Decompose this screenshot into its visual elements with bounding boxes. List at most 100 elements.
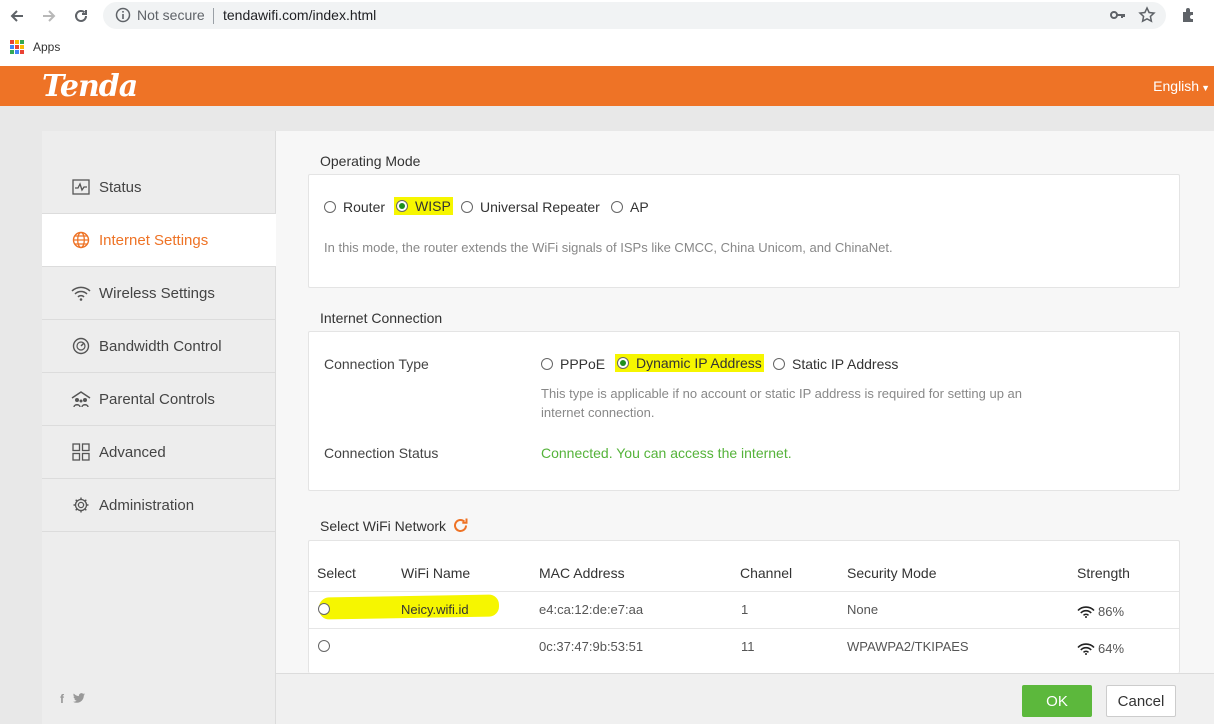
grid-icon <box>71 442 91 462</box>
sidebar-item-label: Administration <box>99 496 195 514</box>
strength-value: 64% <box>1098 641 1125 656</box>
option-label: WISP <box>415 198 451 214</box>
wifi-network-title-row: Select WiFi Network <box>320 517 469 534</box>
wifi-network-table: Select WiFi Name MAC Address Channel Sec… <box>308 540 1180 673</box>
sidebar-item-label: Parental Controls <box>99 390 215 408</box>
action-bar: OK Cancel <box>276 673 1214 724</box>
channel-cell: 1 <box>741 602 749 617</box>
sidebar-item-parental-controls[interactable]: Parental Controls <box>42 373 276 426</box>
address-bar[interactable]: Not secure tendawifi.com/index.html <box>103 2 1166 29</box>
column-header-wifi-name: WiFi Name <box>401 565 471 581</box>
column-header-mac: MAC Address <box>539 565 625 581</box>
star-icon[interactable] <box>1138 6 1156 29</box>
mode-wisp-option[interactable]: WISP <box>394 197 453 215</box>
operating-mode-card: Router WISP Universal Repeater AP In thi… <box>308 174 1180 288</box>
option-label: Universal Repeater <box>480 199 600 215</box>
sidebar-item-label: Wireless Settings <box>99 284 215 302</box>
option-label: Dynamic IP Address <box>636 355 762 371</box>
connection-status-value: Connected. You can access the internet. <box>541 445 792 461</box>
security-cell: None <box>847 602 879 617</box>
sidebar-item-wireless-settings[interactable]: Wireless Settings <box>42 267 276 320</box>
mode-description: In this mode, the router extends the WiF… <box>324 240 893 255</box>
radio-wisp[interactable] <box>396 200 408 212</box>
back-arrow-icon[interactable] <box>6 5 28 27</box>
pulse-icon <box>71 177 91 197</box>
sidebar-item-label: Advanced <box>99 443 166 461</box>
radio-dynamic-ip[interactable] <box>617 357 629 369</box>
mac-cell: 0c:37:47:9b:53:51 <box>539 639 644 654</box>
conn-pppoe-option[interactable]: PPPoE <box>541 356 605 372</box>
internet-connection-title: Internet Connection <box>320 310 443 326</box>
main-content: Operating Mode Router WISP Universal Rep… <box>276 131 1214 724</box>
mac-cell: e4:ca:12:de:e7:aa <box>539 602 644 617</box>
sidebar-item-label: Bandwidth Control <box>99 337 222 355</box>
twitter-icon[interactable] <box>73 692 86 706</box>
sidebar-item-internet-settings[interactable]: Internet Settings <box>42 214 276 267</box>
wifi-network-title: Select WiFi Network <box>320 517 447 534</box>
option-label: PPPoE <box>560 356 606 372</box>
divider <box>213 8 214 24</box>
select-radio[interactable] <box>318 603 330 615</box>
option-label: AP <box>630 199 649 215</box>
column-header-select: Select <box>317 565 356 581</box>
not-secure-label: Not secure <box>137 7 205 23</box>
table-row[interactable]: Neicy.wifi.id e4:ca:12:de:e7:aa 1 None 8… <box>309 591 1179 628</box>
radio-universal-repeater[interactable] <box>461 201 473 213</box>
column-header-channel: Channel <box>740 565 793 581</box>
app-header: Tenda English ▼ <box>0 66 1214 106</box>
option-label: Static IP Address <box>792 356 899 372</box>
channel-cell: 11 <box>741 639 755 654</box>
radio-pppoe[interactable] <box>541 358 553 370</box>
globe-icon <box>71 230 91 250</box>
option-label: Router <box>343 199 386 215</box>
cancel-button[interactable]: Cancel <box>1106 685 1176 717</box>
gauge-icon <box>71 336 91 356</box>
operating-mode-title: Operating Mode <box>320 153 421 169</box>
forward-arrow-icon[interactable] <box>38 5 60 27</box>
social-links[interactable]: f <box>60 692 86 706</box>
ok-button[interactable]: OK <box>1022 685 1092 717</box>
apps-grid-icon[interactable] <box>10 40 24 54</box>
radio-ap[interactable] <box>611 201 623 213</box>
sidebar-item-bandwidth-control[interactable]: Bandwidth Control <box>42 320 276 373</box>
strength-cell: 64% <box>1077 641 1124 656</box>
browser-toolbar: Not secure tendawifi.com/index.html <box>0 0 1214 32</box>
gear-icon <box>71 495 91 515</box>
strength-value: 86% <box>1098 604 1125 619</box>
facebook-icon[interactable]: f <box>60 692 64 706</box>
wifi-signal-icon <box>1077 642 1095 655</box>
tenda-logo: Tenda <box>42 69 138 104</box>
radio-static-ip[interactable] <box>773 358 785 370</box>
language-selector[interactable]: English ▼ <box>1153 78 1210 94</box>
language-label: English <box>1153 78 1200 94</box>
conn-static-ip-option[interactable]: Static IP Address <box>773 356 898 372</box>
select-radio[interactable] <box>318 640 330 652</box>
column-header-strength: Strength <box>1077 565 1130 581</box>
sidebar-item-label: Status <box>99 178 142 196</box>
refresh-icon[interactable] <box>452 517 469 534</box>
puzzle-icon[interactable] <box>1180 6 1198 29</box>
sidebar-item-advanced[interactable]: Advanced <box>42 426 276 479</box>
apps-bookmark[interactable]: Apps <box>33 40 60 54</box>
strength-cell: 86% <box>1077 604 1124 619</box>
sidebar-item-status[interactable]: Status <box>42 161 276 214</box>
url-text[interactable]: tendawifi.com/index.html <box>223 7 376 23</box>
column-header-security: Security Mode <box>847 565 937 581</box>
conn-dynamic-ip-option[interactable]: Dynamic IP Address <box>615 354 764 372</box>
radio-router[interactable] <box>324 201 336 213</box>
info-icon[interactable] <box>115 7 131 23</box>
connection-type-label: Connection Type <box>324 356 429 372</box>
hint-line: internet connection. <box>541 405 655 420</box>
key-icon[interactable] <box>1110 8 1126 26</box>
mode-ap-option[interactable]: AP <box>611 199 649 215</box>
wifi-icon <box>71 283 91 303</box>
sidebar-item-administration[interactable]: Administration <box>42 479 276 532</box>
reload-icon[interactable] <box>70 5 92 27</box>
hint-line: This type is applicable if no account or… <box>541 386 1023 401</box>
internet-connection-card: Connection Type PPPoE Dynamic IP Address… <box>308 331 1180 491</box>
mode-universal-repeater-option[interactable]: Universal Repeater <box>461 199 600 215</box>
sidebar-item-label: Internet Settings <box>99 231 209 249</box>
bookmarks-bar: Apps <box>0 32 1214 66</box>
table-row[interactable]: 0c:37:47:9b:53:51 11 WPAWPA2/TKIPAES 64% <box>309 628 1179 665</box>
mode-router-option[interactable]: Router <box>324 199 385 215</box>
